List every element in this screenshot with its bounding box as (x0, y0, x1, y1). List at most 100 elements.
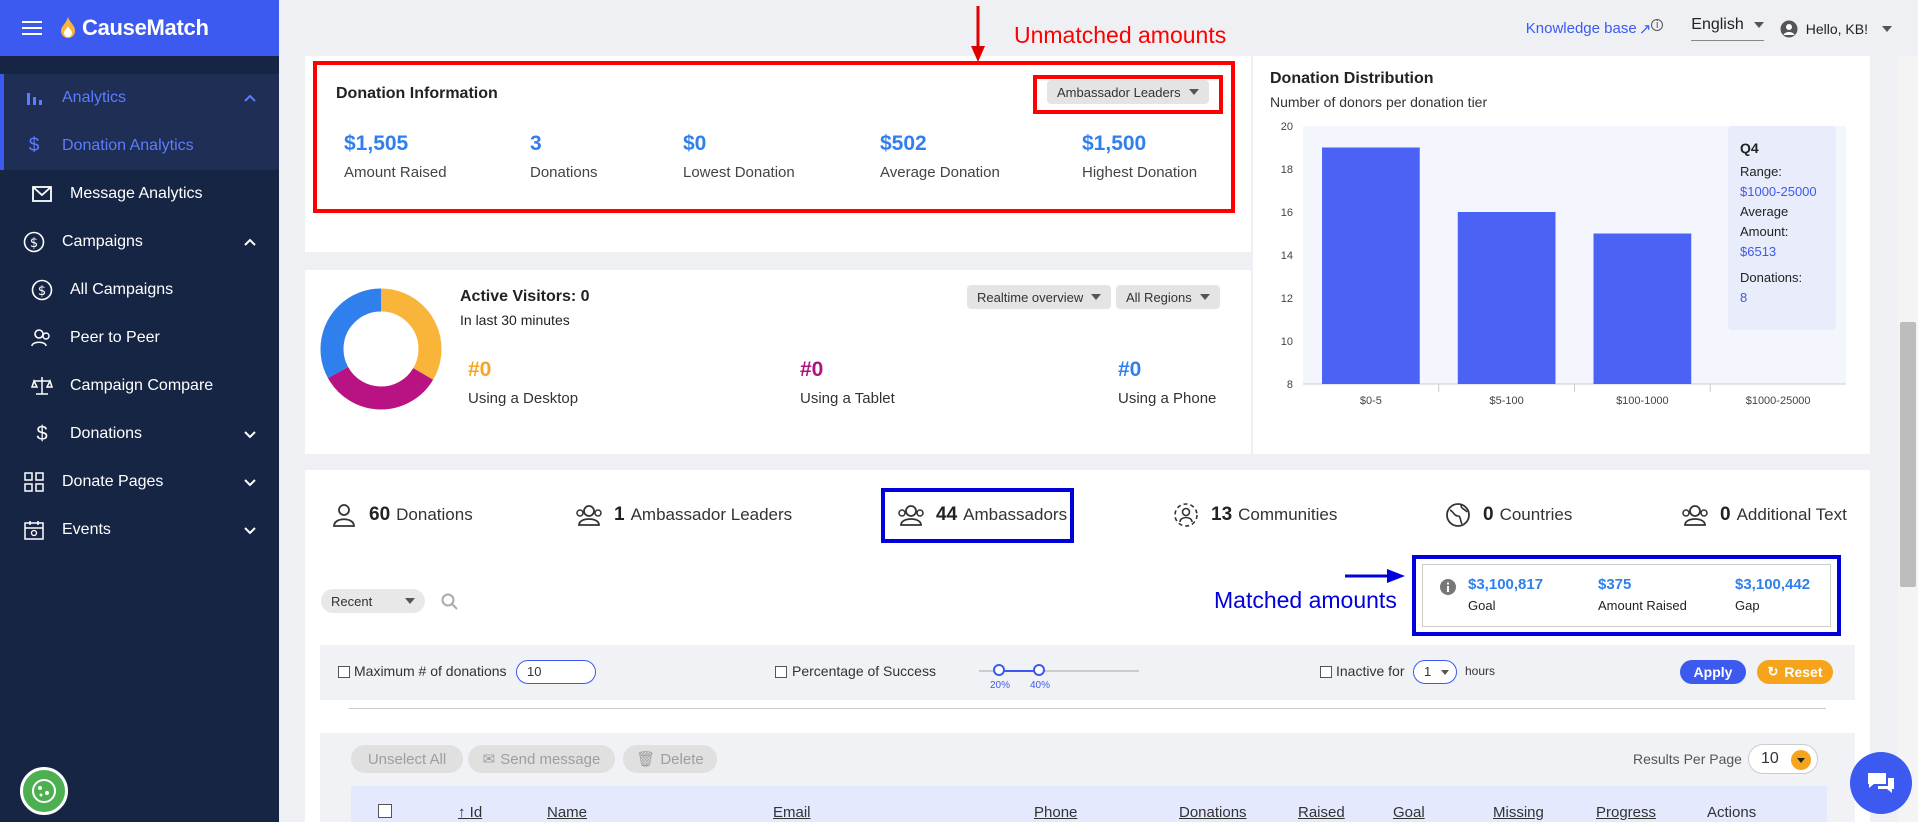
sidebar-item-donation-analytics[interactable]: $ Donation Analytics (0, 122, 279, 170)
chat-icon (1868, 773, 1894, 793)
search-icon[interactable] (441, 593, 459, 611)
region-select[interactable]: All Regions (1116, 285, 1220, 309)
tab-communities[interactable]: 13 Communities (1173, 490, 1337, 540)
tab-ambassador-leaders[interactable]: 1 Ambassador Leaders (576, 490, 792, 540)
max-donations-checkbox[interactable] (338, 666, 350, 678)
select-value: Realtime overview (977, 289, 1084, 305)
x-tick-label: $5-100 (1489, 395, 1523, 407)
caret-down-icon (1882, 25, 1892, 32)
sort-select[interactable]: Recent (321, 589, 425, 613)
column-header-missing[interactable]: Missing (1493, 804, 1544, 821)
knowledge-base-link[interactable]: Knowledge base ↗ i (1526, 18, 1664, 38)
slider-handle-low[interactable] (993, 664, 1005, 676)
entity-tabs: 60 Donations 1 Ambassador Leaders 44 Ambass… (305, 490, 1865, 540)
inactive-value: 1 (1424, 664, 1432, 679)
column-header-name[interactable]: Name (547, 804, 587, 821)
realtime-overview-select[interactable]: Realtime overview (967, 285, 1112, 309)
column-header-phone[interactable]: Phone (1034, 804, 1077, 821)
info-circle-icon[interactable] (1440, 579, 1456, 595)
tooltip-range-label: Range: (1740, 164, 1782, 179)
matched-label: Goal (1468, 598, 1496, 613)
inactive-select[interactable]: 1 (1413, 660, 1457, 684)
slider-handle-high[interactable] (1033, 664, 1045, 676)
matched-label: Gap (1735, 598, 1760, 613)
tab-label: Communities (1238, 505, 1338, 524)
sidebar-item-all-campaigns[interactable]: $ All Campaigns (0, 266, 279, 314)
menu-icon[interactable] (22, 21, 42, 35)
matched-value: $3,100,442 (1735, 576, 1811, 593)
grid-icon (22, 470, 46, 494)
y-tick-label: 8 (1287, 379, 1293, 391)
tab-label: Ambassador Leaders (630, 505, 793, 524)
sidebar-item-events[interactable]: Events (0, 506, 279, 554)
tooltip-donations-value: 8 (1740, 290, 1748, 305)
person-icon (333, 504, 355, 527)
sidebar-item-analytics[interactable]: Analytics (0, 74, 279, 122)
max-donations-label: Maximum # of donations (354, 663, 507, 679)
tab-count: 1 (614, 504, 625, 525)
tab-label: Countries (1499, 505, 1573, 524)
sidebar-item-label: Donate Pages (62, 473, 164, 490)
sidebar-item-campaigns[interactable]: $ Campaigns (0, 218, 279, 266)
tab-count: 60 (369, 504, 391, 525)
results-per-page-select[interactable]: 10 (1748, 744, 1818, 774)
sidebar-item-donate-pages[interactable]: Donate Pages (0, 458, 279, 506)
column-header-id[interactable]: ↑ Id (458, 804, 482, 821)
user-menu[interactable]: Hello, KB! (1774, 20, 1892, 38)
send-message-button[interactable]: ✉ Send message (468, 745, 615, 773)
sidebar-item-campaign-compare[interactable]: Campaign Compare (0, 362, 279, 410)
results-per-page-value: 10 (1761, 750, 1779, 767)
chevron-down-icon (244, 527, 256, 535)
column-label: Id (469, 804, 483, 821)
cookie-settings-button[interactable] (20, 767, 68, 815)
refresh-icon: ↻ (1767, 664, 1779, 679)
column-header-goal[interactable]: Goal (1393, 804, 1425, 821)
reset-button[interactable]: ↻ Reset (1757, 660, 1833, 684)
column-header-donations[interactable]: Donations (1179, 804, 1247, 821)
tooltip-header: Q4 (1740, 140, 1759, 156)
tablet-stat: #0 Using a Tablet (800, 358, 895, 407)
tooltip-avg-value: $6513 (1740, 244, 1777, 259)
sidebar-item-message-analytics[interactable]: Message Analytics (0, 170, 279, 218)
apply-button[interactable]: Apply (1680, 660, 1746, 684)
sidebar-item-donations[interactable]: $ Donations (0, 410, 279, 458)
info-icon: i (1651, 18, 1664, 31)
topbar: Knowledge base ↗ i English Hello, KB! (1526, 16, 1892, 41)
filter-bar: Maximum # of donations 10 Percentage of … (320, 645, 1855, 700)
dollar-circle-icon: $ (30, 278, 54, 302)
delete-button[interactable]: 🗑 Delete (623, 745, 717, 773)
inactive-unit: hours (1465, 664, 1496, 678)
sort-value: Recent (331, 593, 373, 609)
stat-label: Using a Tablet (800, 390, 895, 407)
sidebar-item-peer-to-peer[interactable]: Peer to Peer (0, 314, 279, 362)
language-select[interactable]: English (1691, 16, 1764, 41)
column-header-email[interactable]: Email (773, 804, 811, 821)
sidebar: CauseMatch Analytics $ Donation Analytic… (0, 0, 279, 822)
svg-text:$: $ (30, 236, 38, 251)
tab-additional-text[interactable]: 0 Additional Text (1682, 490, 1847, 540)
inactive-checkbox[interactable] (1320, 666, 1332, 678)
x-tick-label: $1000-25000 (1746, 395, 1811, 407)
dollar-icon: $ (36, 422, 48, 445)
percentage-checkbox[interactable] (775, 666, 787, 678)
chat-button[interactable] (1850, 752, 1912, 814)
select-all-checkbox[interactable] (378, 804, 392, 818)
max-donations-input[interactable]: 10 (516, 660, 596, 684)
bar-chart-icon (22, 86, 46, 110)
unselect-all-button[interactable]: Unselect All (351, 745, 463, 773)
matched-amounts-label: Matched amounts (1214, 587, 1397, 613)
scrollbar-thumb[interactable] (1900, 322, 1916, 587)
sort-up-icon: ↑ (458, 804, 470, 821)
column-header-raised[interactable]: Raised (1298, 804, 1345, 821)
scrollbar[interactable] (1898, 56, 1918, 822)
stat-value: #0 (1118, 358, 1142, 381)
y-tick-label: 14 (1281, 250, 1293, 262)
tab-donations[interactable]: 60 Donations (331, 490, 473, 540)
matched-label: Amount Raised (1598, 598, 1687, 613)
flame-logo-icon (61, 17, 75, 38)
tab-countries[interactable]: 0 Countries (1445, 490, 1572, 540)
dollar-icon: $ (28, 135, 40, 156)
percentage-slider[interactable]: 20% 40% (979, 664, 1139, 691)
column-header-progress[interactable]: Progress (1596, 804, 1656, 821)
filter-highlight-box (1033, 75, 1223, 114)
